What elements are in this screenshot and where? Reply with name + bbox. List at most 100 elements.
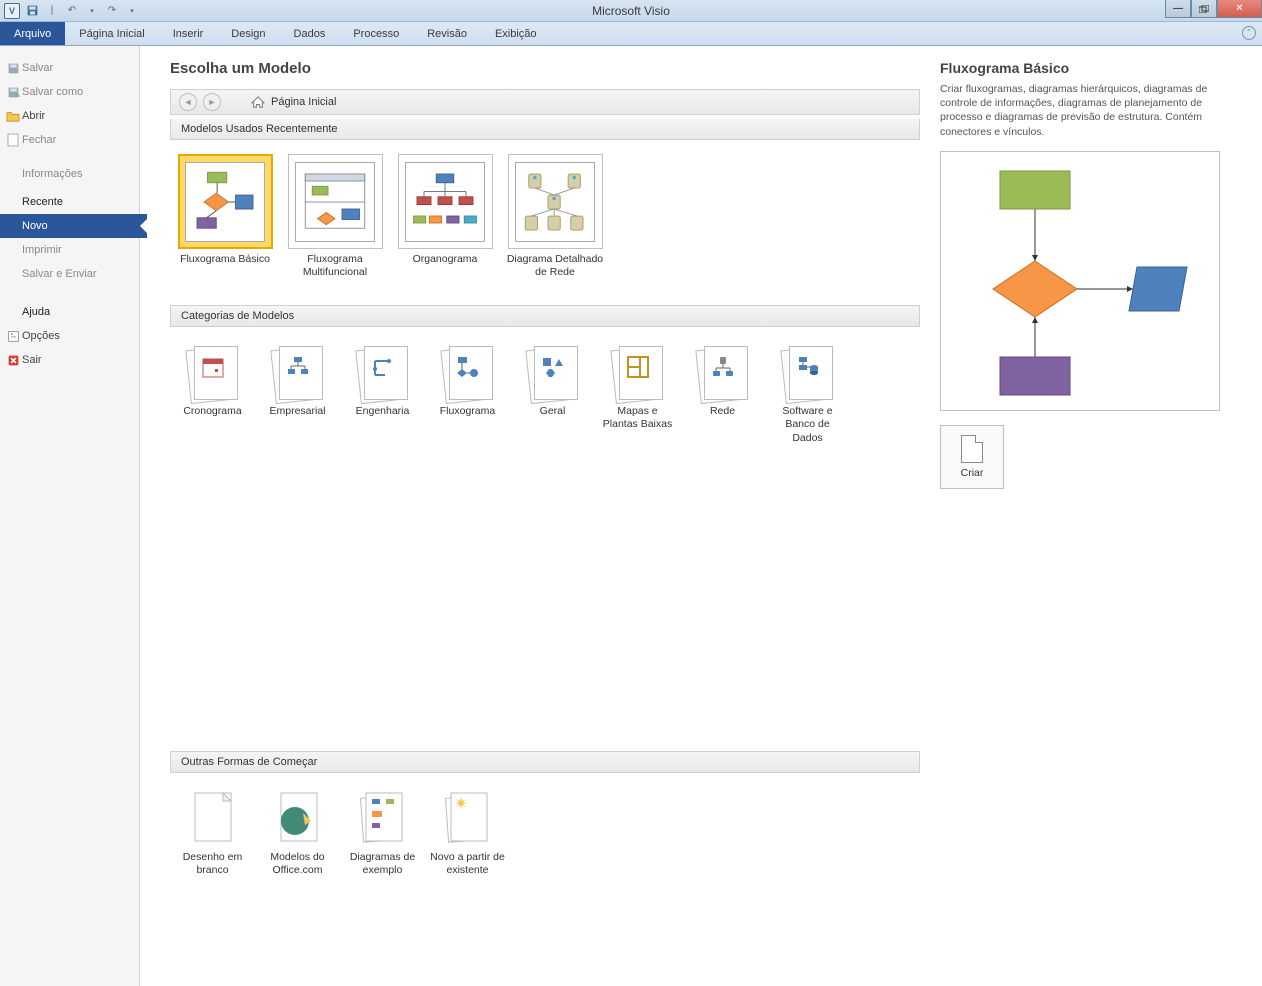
sidebar-item-novo[interactable]: Novo: [0, 214, 147, 238]
tab-pagina-inicial[interactable]: Página Inicial: [65, 22, 158, 45]
create-label: Criar: [961, 467, 984, 479]
template-fluxograma-basico[interactable]: Fluxograma Básico: [170, 150, 280, 283]
help-icon[interactable]: ˇ: [1242, 26, 1256, 40]
tab-inserir[interactable]: Inserir: [159, 22, 218, 45]
category-engenharia[interactable]: Engenharia: [340, 337, 425, 448]
database-icon: [796, 355, 820, 379]
category-fluxograma[interactable]: Fluxograma: [425, 337, 510, 448]
sidebar-item-fechar[interactable]: Fechar: [0, 128, 139, 152]
category-geral[interactable]: Geral: [510, 337, 595, 448]
open-folder-icon: [6, 109, 20, 123]
other-novo-existente[interactable]: Novo a partir de existente: [425, 783, 510, 881]
save-as-icon: ✎: [6, 85, 20, 99]
sidebar-item-recente[interactable]: Recente: [0, 186, 139, 214]
window-controls: — ✕: [1165, 0, 1262, 18]
org-chart-icon: [286, 355, 310, 379]
exit-icon: [6, 353, 20, 367]
nav-back-icon[interactable]: ◄: [179, 93, 197, 111]
sidebar-item-salvar-enviar[interactable]: Salvar e Enviar: [0, 262, 139, 286]
backstage-content: Escolha um Modelo ◄ ► Página Inicial Mod…: [140, 46, 1262, 986]
new-doc-icon: [961, 435, 983, 463]
preview-image: [940, 151, 1220, 411]
template-label: Fluxograma Básico: [180, 253, 270, 266]
home-icon[interactable]: [251, 96, 265, 108]
other-ways-grid: Desenho em branco Modelos do Office.com …: [170, 773, 920, 891]
shapes-icon: [541, 355, 565, 379]
breadcrumb: ◄ ► Página Inicial: [170, 89, 920, 115]
calendar-icon: [201, 355, 225, 379]
recent-templates-grid: Fluxograma Básico Fluxograma Multi: [170, 140, 920, 293]
tab-processo[interactable]: Processo: [339, 22, 413, 45]
other-desenho-branco[interactable]: Desenho em branco: [170, 783, 255, 881]
sidebar-item-label: Sair: [22, 354, 42, 366]
tab-arquivo[interactable]: Arquivo: [0, 22, 65, 45]
category-label: Mapas e Plantas Baixas: [599, 405, 676, 431]
category-software[interactable]: Software e Banco de Dados: [765, 337, 850, 448]
category-rede[interactable]: Rede: [680, 337, 765, 448]
sidebar-item-label: Salvar: [22, 62, 53, 74]
template-label: Fluxograma Multifuncional: [284, 253, 386, 279]
breadcrumb-text[interactable]: Página Inicial: [271, 96, 336, 108]
maximize-button[interactable]: [1191, 0, 1217, 18]
ribbon-tabs: Arquivo Página Inicial Inserir Design Da…: [0, 22, 1262, 46]
close-button[interactable]: ✕: [1217, 0, 1262, 18]
minimize-button[interactable]: —: [1165, 0, 1191, 18]
save-icon[interactable]: [23, 2, 41, 20]
quick-access-toolbar: V | ↶ ▾ ↷ ▾: [0, 2, 141, 20]
undo-dropdown-icon[interactable]: ▾: [83, 2, 101, 20]
create-button[interactable]: Criar: [940, 425, 1004, 489]
network-icon: [711, 355, 735, 379]
category-mapas[interactable]: Mapas e Plantas Baixas: [595, 337, 680, 448]
close-doc-icon: [6, 133, 20, 147]
sidebar-item-label: Recente: [22, 196, 63, 208]
nav-forward-icon[interactable]: ►: [203, 93, 221, 111]
sidebar-item-imprimir[interactable]: Imprimir: [0, 238, 139, 262]
category-cronograma[interactable]: Cronograma: [170, 337, 255, 448]
flowchart-icon: [456, 355, 480, 379]
other-modelos-office[interactable]: Modelos do Office.com: [255, 783, 340, 881]
sidebar-item-label: Novo: [22, 220, 48, 232]
sidebar-item-opcoes[interactable]: Opções: [0, 324, 139, 348]
category-label: Rede: [710, 405, 735, 418]
category-label: Fluxograma: [440, 405, 495, 418]
redo-icon[interactable]: ↷: [103, 2, 121, 20]
sidebar-item-label: Salvar como: [22, 86, 83, 98]
backstage-sidebar: Salvar ✎ Salvar como Abrir Fechar Inform…: [0, 46, 140, 986]
template-organograma[interactable]: Organograma: [390, 150, 500, 283]
sidebar-item-salvar[interactable]: Salvar: [0, 56, 139, 80]
visio-logo-icon[interactable]: V: [3, 2, 21, 20]
tab-dados[interactable]: Dados: [280, 22, 340, 45]
sidebar-item-sair[interactable]: Sair: [0, 348, 139, 372]
circuit-icon: [371, 355, 395, 379]
templates-column: Escolha um Modelo ◄ ► Página Inicial Mod…: [170, 60, 920, 986]
template-label: Organograma: [413, 253, 478, 266]
tab-exibicao[interactable]: Exibição: [481, 22, 551, 45]
app-title: Microsoft Visio: [592, 4, 670, 18]
tab-revisao[interactable]: Revisão: [413, 22, 481, 45]
category-empresarial[interactable]: Empresarial: [255, 337, 340, 448]
sidebar-item-informacoes[interactable]: Informações: [0, 162, 139, 186]
sidebar-item-label: Opções: [22, 330, 60, 342]
backstage-view: Salvar ✎ Salvar como Abrir Fechar Inform…: [0, 46, 1262, 986]
section-categories: Categorias de Modelos: [170, 305, 920, 327]
tab-design[interactable]: Design: [217, 22, 279, 45]
other-diagramas-exemplo[interactable]: Diagramas de exemplo: [340, 783, 425, 881]
preview-description: Criar fluxogramas, diagramas hierárquico…: [940, 82, 1220, 139]
qat-separator: |: [43, 2, 61, 20]
sidebar-item-ajuda[interactable]: Ajuda: [0, 296, 139, 324]
undo-icon[interactable]: ↶: [63, 2, 81, 20]
template-label: Diagrama Detalhado de Rede: [504, 253, 606, 279]
preview-title: Fluxograma Básico: [940, 60, 1220, 76]
template-diagrama-rede[interactable]: Diagrama Detalhado de Rede: [500, 150, 610, 283]
sidebar-item-abrir[interactable]: Abrir: [0, 104, 139, 128]
other-label: Diagramas de exemplo: [344, 851, 421, 877]
sidebar-item-label: Imprimir: [22, 244, 62, 256]
sidebar-item-label: Abrir: [22, 110, 45, 122]
titlebar: V | ↶ ▾ ↷ ▾ Microsoft Visio — ✕: [0, 0, 1262, 22]
floorplan-icon: [626, 355, 650, 379]
template-fluxograma-multifuncional[interactable]: Fluxograma Multifuncional: [280, 150, 390, 283]
save-icon: [6, 61, 20, 75]
qat-customize-icon[interactable]: ▾: [123, 2, 141, 20]
categories-grid: Cronograma Empresarial Engenharia: [170, 327, 920, 458]
sidebar-item-salvar-como[interactable]: ✎ Salvar como: [0, 80, 139, 104]
